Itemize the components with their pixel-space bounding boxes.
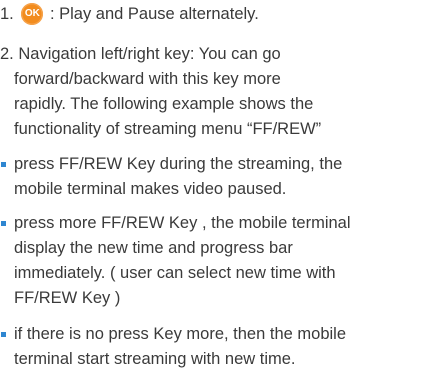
bullet-text-line: press more FF/REW Key , the mobile termi… <box>14 214 351 232</box>
bullet-text-line: display the new time and progress bar <box>14 239 293 257</box>
bullet-text-line: press FF/REW Key during the streaming, t… <box>14 155 343 173</box>
bullet-item: press more FF/REW Key , the mobile termi… <box>0 211 434 311</box>
bullet-item: if there is no press Key more, then the … <box>0 322 434 372</box>
item-text-line: rapidly. The following example shows the <box>14 95 314 113</box>
item-number: 1. <box>0 5 14 23</box>
item-text-line: functionality of streaming menu “FF/REW” <box>14 120 322 138</box>
bullet-text-line: if there is no press Key more, then the … <box>14 325 346 343</box>
item-text-line: Navigation left/right key: You can go <box>18 45 281 63</box>
bullet-square-icon <box>1 332 6 337</box>
bullet-text-line: mobile terminal makes video paused. <box>14 180 287 198</box>
bullet-square-icon <box>1 162 6 167</box>
item-text: : Play and Pause alternately. <box>49 5 259 23</box>
bullet-square-icon <box>1 221 6 226</box>
bullet-text-line: FF/REW Key ) <box>14 289 121 307</box>
bullet-text-line: terminal start streaming with new time. <box>14 350 296 368</box>
ok-button-icon: OK <box>21 2 44 25</box>
bullet-text-line: immediately. ( user can select new time … <box>14 264 336 282</box>
bullet-item: press FF/REW Key during the streaming, t… <box>0 152 434 202</box>
item-number: 2. <box>0 45 14 63</box>
item-text-line: forward/backward with this key more <box>14 70 281 88</box>
list-item-navigation-key: 2. Navigation left/right key: You can go… <box>0 42 434 142</box>
list-item-play-pause: 1. OK : Play and Pause alternately. <box>0 2 434 27</box>
